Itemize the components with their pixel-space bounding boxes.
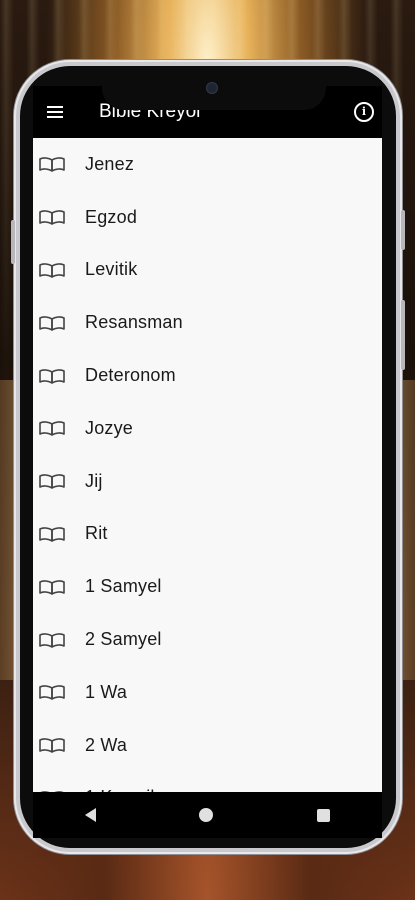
list-item[interactable]: 2 Wa <box>33 719 382 772</box>
open-book-icon <box>39 263 65 278</box>
list-item[interactable]: 1 Samyel <box>33 560 382 613</box>
book-label: 2 Wa <box>85 734 128 755</box>
book-label: Levitik <box>85 259 138 280</box>
list-item[interactable]: Jenez <box>33 138 382 191</box>
book-label: 1 Samyel <box>85 576 162 597</box>
open-book-icon <box>39 632 65 648</box>
book-label: Jij <box>85 470 103 491</box>
phone-side-button <box>401 210 405 250</box>
system-nav-bar <box>33 792 382 838</box>
book-label: 2 Samyel <box>85 629 162 650</box>
recents-icon[interactable] <box>317 808 331 822</box>
list-item[interactable]: Rit <box>33 508 382 561</box>
open-book-icon <box>39 579 65 595</box>
book-label: Resansman <box>85 312 183 333</box>
open-book-icon <box>39 210 65 225</box>
list-item[interactable]: 2 Samyel <box>33 613 382 666</box>
open-book-icon <box>39 368 65 384</box>
list-item[interactable]: Resansman <box>33 296 382 349</box>
open-book-icon <box>39 474 65 489</box>
book-label: 1 Wa <box>85 681 128 702</box>
open-book-icon <box>39 738 65 753</box>
book-label: Jenez <box>85 153 135 174</box>
open-book-icon <box>39 527 65 542</box>
phone-side-button <box>11 220 15 264</box>
list-item[interactable]: Egzod <box>33 191 382 244</box>
list-item[interactable]: 1 Wa <box>33 666 382 719</box>
phone-side-button <box>401 300 405 370</box>
open-book-icon <box>39 685 65 701</box>
list-item[interactable]: Jozye <box>33 402 382 455</box>
open-book-icon <box>39 421 65 437</box>
list-item[interactable]: Deteronom <box>33 349 382 402</box>
list-item[interactable]: 1 Kwonik <box>33 772 382 792</box>
home-icon[interactable] <box>199 808 214 822</box>
book-label: Egzod <box>85 206 138 227</box>
open-book-icon <box>39 315 65 331</box>
book-label: Jozye <box>85 417 134 438</box>
back-icon[interactable] <box>84 808 96 822</box>
book-list[interactable]: Jenez Egzod Levitik Resansman Deteronom <box>33 138 382 792</box>
info-icon[interactable]: i <box>354 102 374 122</box>
book-label: Deteronom <box>85 365 176 386</box>
open-book-icon <box>39 157 65 173</box>
menu-icon[interactable] <box>47 101 69 123</box>
list-item[interactable]: Jij <box>33 455 382 508</box>
list-item[interactable]: Levitik <box>33 244 382 297</box>
book-label: Rit <box>85 523 108 544</box>
camera-icon <box>206 82 218 94</box>
